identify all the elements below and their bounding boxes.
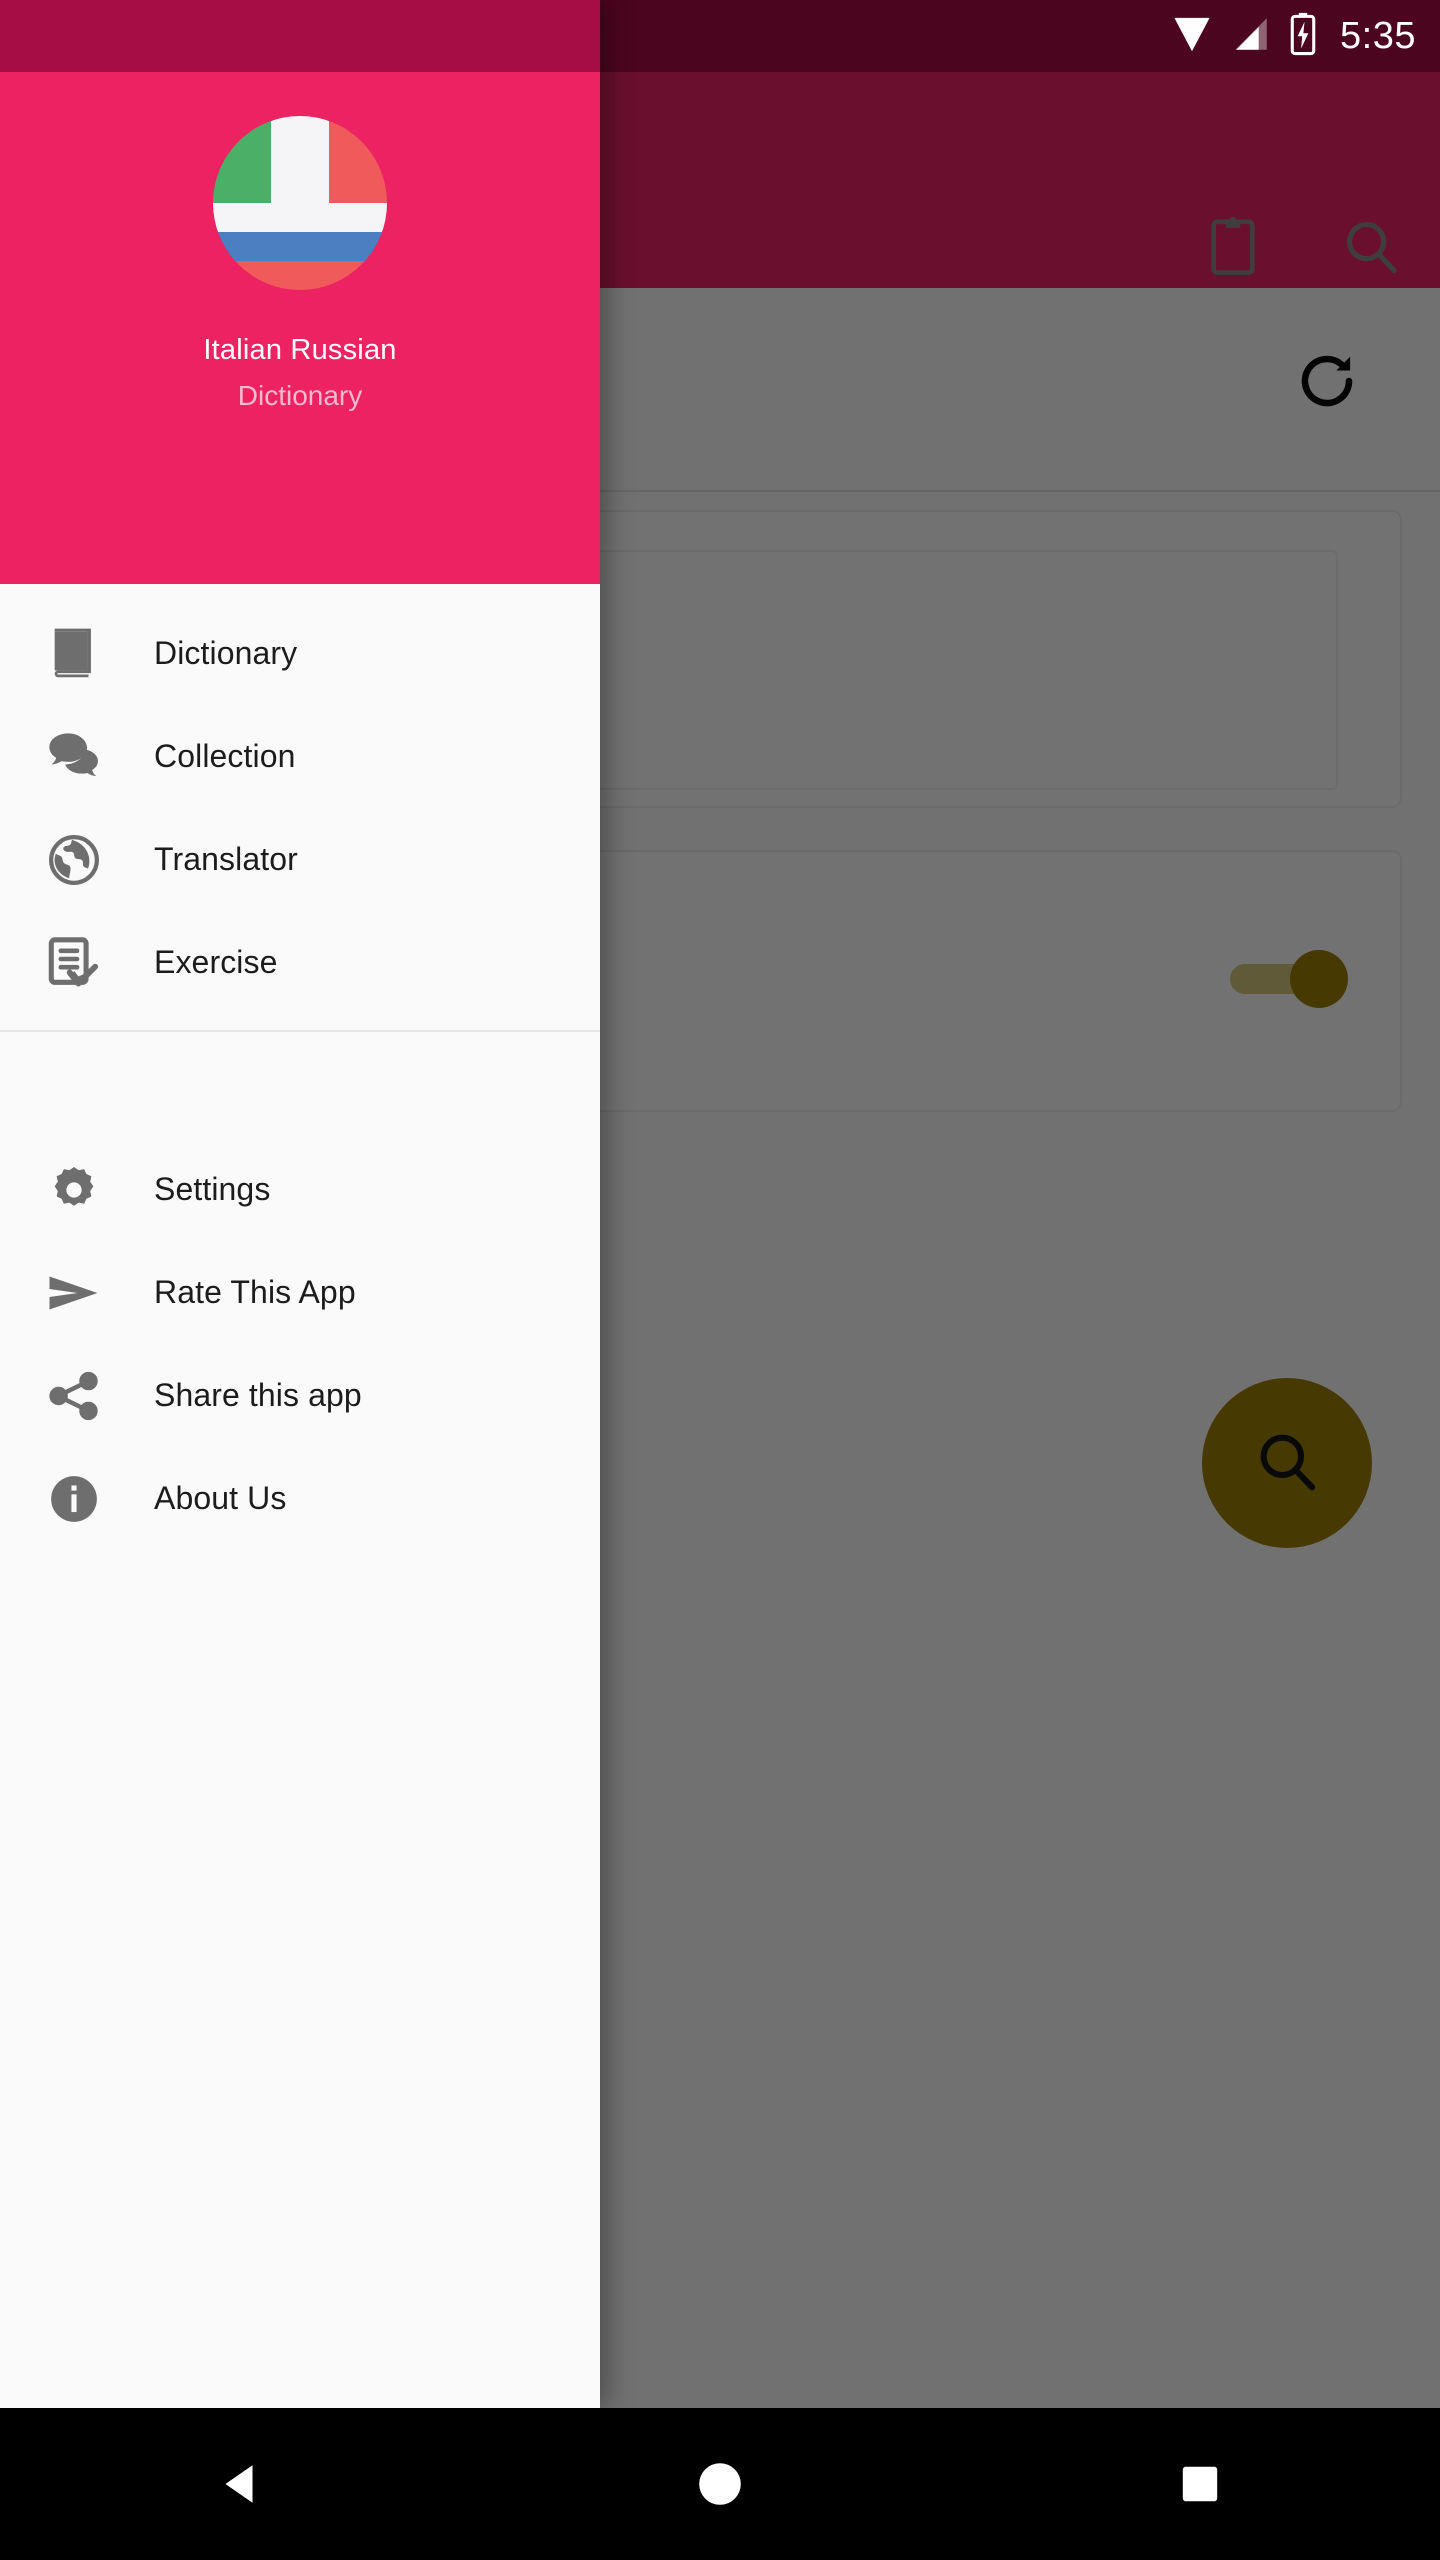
- navigation-drawer: Italian Russian Dictionary Dictionary Co…: [0, 0, 600, 2408]
- system-navigation-bar: [0, 2408, 1440, 2560]
- sidebar-item-share-this-app[interactable]: Share this app: [0, 1344, 600, 1447]
- drawer-header: Italian Russian Dictionary: [0, 72, 600, 584]
- sidebar-item-dictionary[interactable]: Dictionary: [0, 602, 600, 705]
- drawer-secondary-group: Settings Rate This App Share this app Ab…: [0, 1120, 600, 1566]
- drawer-status-bar-strip: [0, 0, 600, 72]
- italy-flag-half: [213, 116, 387, 203]
- sidebar-item-label: Exercise: [154, 944, 278, 980]
- sidebar-item-label: Translator: [154, 841, 298, 877]
- drawer-group-spacer: [0, 1032, 600, 1120]
- sidebar-item-about-us[interactable]: About Us: [0, 1447, 600, 1550]
- italian-russian-flag-icon: [213, 116, 387, 290]
- sidebar-item-label: Collection: [154, 738, 296, 774]
- sidebar-item-label: Share this app: [154, 1377, 362, 1413]
- drawer-menu: Dictionary Collection Translator Exercis…: [0, 584, 600, 1566]
- battery-charging-icon: [1288, 11, 1318, 62]
- sidebar-item-settings[interactable]: Settings: [0, 1138, 600, 1241]
- sidebar-item-label: Settings: [154, 1171, 271, 1207]
- cellular-signal-icon: [1230, 12, 1272, 61]
- back-triangle-icon[interactable]: [140, 2408, 340, 2560]
- drawer-subtitle: Dictionary: [237, 380, 363, 411]
- globe-icon: [30, 832, 118, 888]
- status-bar: 5:35: [1170, 0, 1416, 72]
- home-circle-icon[interactable]: [620, 2408, 820, 2560]
- share-icon: [30, 1368, 118, 1424]
- book-icon: [30, 625, 118, 683]
- russia-flag-half: [213, 203, 387, 290]
- send-arrow-icon: [30, 1263, 118, 1323]
- chat-bubbles-icon: [30, 728, 118, 786]
- sidebar-item-collection[interactable]: Collection: [0, 705, 600, 808]
- wifi-icon: [1170, 12, 1214, 61]
- sidebar-item-label: Rate This App: [154, 1274, 356, 1310]
- document-check-icon: [30, 934, 118, 992]
- gear-icon: [30, 1163, 118, 1217]
- status-bar-clock: 5:35: [1340, 14, 1416, 57]
- sidebar-item-label: About Us: [154, 1480, 287, 1516]
- info-circle-icon: [30, 1471, 118, 1527]
- sidebar-item-translator[interactable]: Translator: [0, 808, 600, 911]
- sidebar-item-exercise[interactable]: Exercise: [0, 911, 600, 1014]
- sidebar-item-rate-this-app[interactable]: Rate This App: [0, 1241, 600, 1344]
- drawer-primary-group: Dictionary Collection Translator Exercis…: [0, 584, 600, 1030]
- drawer-title: Italian Russian: [203, 334, 397, 366]
- sidebar-item-label: Dictionary: [154, 635, 298, 671]
- recents-square-icon[interactable]: [1100, 2408, 1300, 2560]
